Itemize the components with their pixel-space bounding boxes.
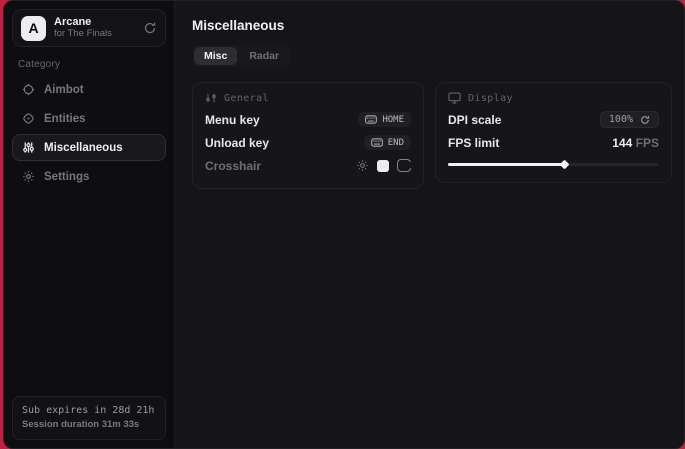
keyboard-sliders-icon: [205, 92, 217, 104]
unload-key-button[interactable]: END: [364, 135, 411, 150]
sub-expiry-text: Sub expires in 28d 21h: [22, 404, 156, 419]
sidebar-item-label: Miscellaneous: [44, 142, 123, 154]
dpi-scale-value: 100%: [609, 114, 633, 125]
dpi-scale-label: DPI scale: [448, 113, 501, 127]
tab-misc[interactable]: Misc: [194, 47, 237, 65]
keyboard-icon: [371, 138, 383, 147]
page-title: Miscellaneous: [192, 18, 672, 33]
general-card-title: General: [224, 93, 269, 104]
slider-fill: [448, 163, 564, 166]
display-card: Display DPI scale 100%: [435, 82, 672, 183]
tab-bar: Misc Radar: [192, 45, 291, 67]
general-card: General Menu key HOME: [192, 82, 424, 189]
crosshair-color-swatch[interactable]: [377, 160, 389, 172]
sidebar-nav: Aimbot Entities: [12, 76, 166, 190]
dpi-scale-row: DPI scale 100%: [448, 108, 659, 131]
fps-limit-row: FPS limit 144 FPS: [448, 131, 659, 154]
refresh-icon[interactable]: [143, 21, 157, 35]
crosshair-icon: [22, 83, 35, 96]
monitor-icon: [448, 92, 461, 104]
fps-limit-label: FPS limit: [448, 136, 499, 150]
sidebar-item-entities[interactable]: Entities: [12, 105, 166, 132]
crosshair-label: Crosshair: [205, 159, 261, 173]
sidebar-item-label: Entities: [44, 113, 86, 125]
category-label: Category: [18, 59, 166, 70]
sidebar-item-settings[interactable]: Settings: [12, 163, 166, 190]
slider-thumb[interactable]: [560, 160, 570, 170]
unload-key-row: Unload key END: [205, 131, 411, 154]
crosshair-checkbox[interactable]: [397, 159, 411, 172]
menu-key-value: HOME: [382, 115, 404, 125]
app-name: Arcane: [54, 16, 135, 29]
reset-refresh-icon: [640, 115, 650, 125]
app-window: A Arcane for The Finals Category: [3, 0, 685, 449]
display-card-title: Display: [468, 93, 513, 104]
app-logo: A: [21, 16, 46, 41]
sidebar-item-label: Settings: [44, 171, 89, 183]
menu-key-label: Menu key: [205, 113, 260, 127]
dpi-scale-control[interactable]: 100%: [600, 111, 659, 128]
crosshair-settings-gear-icon[interactable]: [356, 159, 369, 172]
sidebar-item-label: Aimbot: [44, 84, 84, 96]
fps-unit: FPS: [636, 136, 659, 150]
menu-key-button[interactable]: HOME: [358, 112, 411, 127]
sidebar-item-miscellaneous[interactable]: Miscellaneous: [12, 134, 166, 161]
main-content: Miscellaneous Misc Radar General: [175, 1, 685, 448]
app-subtitle: for The Finals: [54, 29, 135, 40]
keyboard-icon: [365, 115, 377, 124]
app-header-card: A Arcane for The Finals: [12, 9, 166, 47]
sliders-icon: [22, 141, 35, 154]
fps-limit-slider[interactable]: [448, 157, 659, 171]
sidebar-item-aimbot[interactable]: Aimbot: [12, 76, 166, 103]
subscription-card: Sub expires in 28d 21h Session duration …: [12, 396, 166, 440]
menu-key-row: Menu key HOME: [205, 108, 411, 131]
gear-icon: [22, 170, 35, 183]
session-duration-text: Session duration 31m 33s: [22, 418, 156, 432]
crosshair-row: Crosshair: [205, 154, 411, 177]
unload-key-label: Unload key: [205, 136, 269, 150]
entities-icon: [22, 112, 35, 125]
sidebar: A Arcane for The Finals Category: [4, 1, 175, 448]
fps-limit-value: 144 FPS: [612, 136, 659, 150]
tab-radar[interactable]: Radar: [239, 47, 289, 65]
unload-key-value: END: [388, 138, 404, 148]
